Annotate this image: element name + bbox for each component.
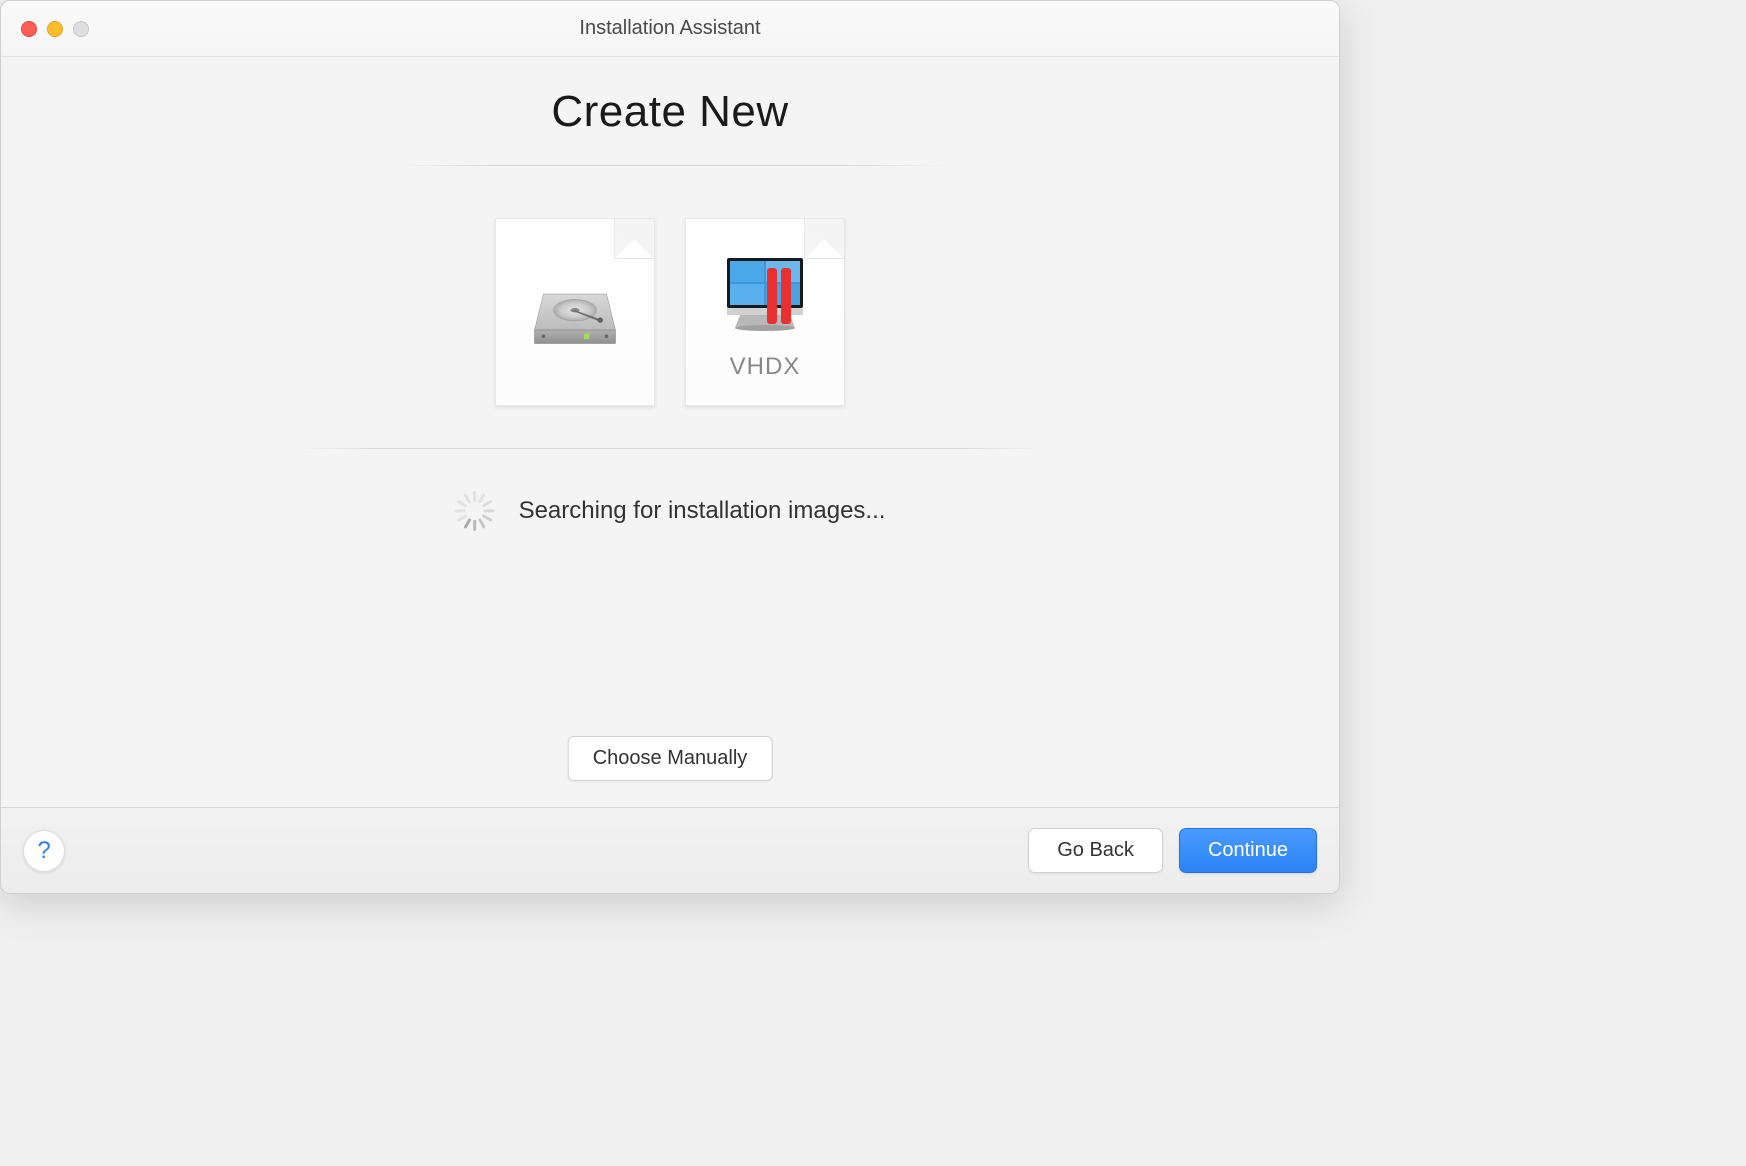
go-back-button[interactable]: Go Back xyxy=(1028,828,1163,873)
footer-bar: ? Go Back Continue xyxy=(1,807,1339,893)
choose-manually-button[interactable]: Choose Manually xyxy=(568,736,773,781)
vhdx-label: VHDX xyxy=(730,353,801,381)
minimize-window-button[interactable] xyxy=(47,21,63,37)
spinner-icon xyxy=(455,491,495,531)
searching-status-row: Searching for installation images... xyxy=(455,491,886,531)
window-titlebar: Installation Assistant xyxy=(1,1,1339,57)
disk-image-option[interactable] xyxy=(495,218,655,406)
content-area: Create New xyxy=(1,57,1339,807)
source-options-row: VHDX xyxy=(495,218,845,406)
close-window-button[interactable] xyxy=(21,21,37,37)
hard-drive-icon xyxy=(530,267,620,357)
maximize-window-button[interactable] xyxy=(73,21,89,37)
installation-assistant-window: Installation Assistant Create New xyxy=(0,0,1340,894)
page-fold-icon xyxy=(614,219,654,259)
window-title: Installation Assistant xyxy=(579,17,760,40)
searching-status-text: Searching for installation images... xyxy=(519,497,886,525)
parallels-vhdx-icon xyxy=(715,243,815,343)
help-button[interactable]: ? xyxy=(23,830,65,872)
traffic-lights xyxy=(1,21,89,37)
divider xyxy=(295,448,1045,449)
page-fold-icon xyxy=(804,219,844,259)
continue-button[interactable]: Continue xyxy=(1179,828,1317,873)
page-heading: Create New xyxy=(551,87,788,137)
divider xyxy=(390,165,950,166)
vhdx-option[interactable]: VHDX xyxy=(685,218,845,406)
